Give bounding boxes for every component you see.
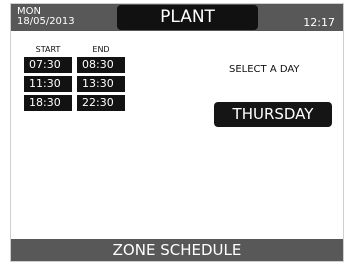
end-time-1[interactable]: 08:30 [77, 57, 125, 73]
zone-schedule-footer: ZONE SCHEDULE [11, 239, 343, 261]
start-time-1[interactable]: 07:30 [24, 57, 72, 73]
plant-title[interactable]: PLANT [117, 5, 258, 30]
end-time-3[interactable]: 22:30 [77, 95, 125, 111]
select-day-prompt: SELECT A DAY [229, 64, 300, 75]
clock-label: 12:17 [303, 16, 335, 29]
start-column-header: START [35, 45, 61, 54]
start-time-3[interactable]: 18:30 [24, 95, 72, 111]
weekday-selector-button[interactable]: THURSDAY [214, 102, 332, 127]
header-bar: MON 18/05/2013 PLANT 12:17 [11, 4, 343, 31]
date-label: 18/05/2013 [17, 16, 75, 27]
device-screen: MON 18/05/2013 PLANT 12:17 START END 07:… [10, 3, 344, 262]
end-time-2[interactable]: 13:30 [77, 76, 125, 92]
start-time-2[interactable]: 11:30 [24, 76, 72, 92]
end-column-header: END [92, 45, 110, 54]
